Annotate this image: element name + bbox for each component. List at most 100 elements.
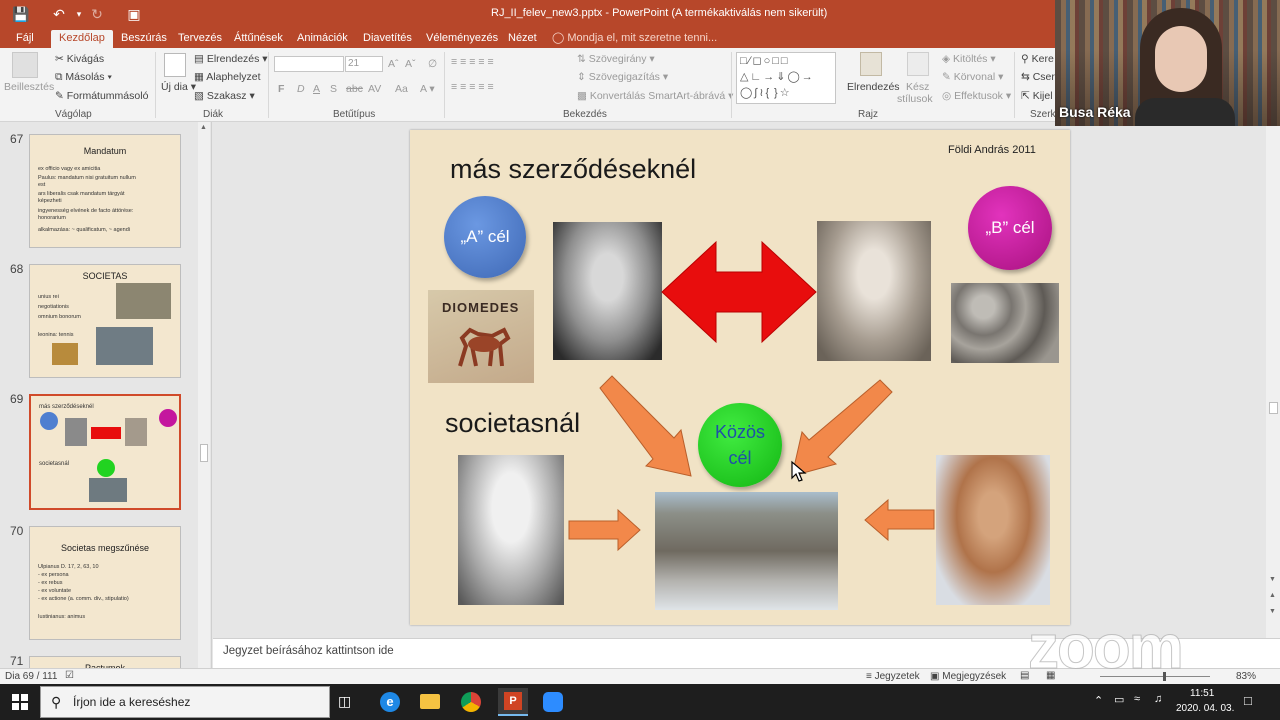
shape-outline-label: Körvonal (953, 71, 996, 83)
shape-outline-button[interactable]: ✎ Körvonal ▾ (942, 71, 1003, 83)
windows-start-icon[interactable] (12, 694, 28, 710)
tab-view[interactable]: Nézet (500, 30, 545, 48)
shadow-button[interactable]: S (330, 83, 337, 95)
save-icon[interactable]: 💾 (10, 4, 32, 24)
thumb-circle (97, 459, 115, 477)
font-size-select[interactable]: 21 (345, 56, 383, 72)
zoom-app-icon[interactable] (543, 692, 563, 712)
tab-transitions[interactable]: Áttűnések (226, 30, 291, 48)
font-family-select[interactable] (274, 56, 344, 72)
thumb-image (96, 327, 153, 365)
undo-icon[interactable]: ↶ (48, 4, 70, 24)
scroll-thumb[interactable] (200, 444, 208, 462)
quick-styles-label-1[interactable]: Kész (906, 81, 929, 93)
shape-fill-button[interactable]: ◈ Kitöltés ▾ (942, 53, 996, 65)
slide-thumbnail-68[interactable]: SOCIETAS unius rei negotiationis omnium … (29, 264, 181, 378)
bold-button[interactable]: F (278, 83, 284, 95)
change-case-button[interactable]: Aa (395, 83, 408, 95)
wifi-icon[interactable]: ≈ (1134, 693, 1140, 705)
chrome-icon[interactable] (461, 692, 481, 712)
tab-file[interactable]: Fájl (8, 30, 42, 48)
font-color-button[interactable]: A ▾ (420, 83, 435, 95)
smartart-button[interactable]: ▩ Konvertálás SmartArt-ábrává ▾ (577, 90, 733, 102)
notifications-icon[interactable]: □ (1244, 693, 1252, 708)
arrange-icon[interactable] (860, 52, 882, 76)
text-direction-button[interactable]: ⇅ Szövegirány ▾ (577, 53, 655, 65)
tab-insert[interactable]: Beszúrás (113, 30, 175, 48)
reset-button[interactable]: ▦ Alaphelyzet (194, 71, 261, 83)
align-icons[interactable]: ≡≡≡≡≡ (451, 81, 497, 93)
edge-browser-icon[interactable]: e (380, 692, 400, 712)
tab-home[interactable]: Kezdőlap (51, 30, 113, 48)
char-spacing-button[interactable]: AV (368, 83, 381, 95)
spell-check-icon[interactable]: ☑ (65, 670, 74, 681)
slideshow-from-start-icon[interactable]: ▣ (123, 4, 145, 24)
task-view-icon[interactable]: ◫ (338, 693, 351, 710)
taskbar-item-powerpoint-active[interactable]: P (498, 688, 528, 716)
tab-slideshow[interactable]: Diavetítés (355, 30, 420, 48)
select-button[interactable]: ⇱ Kijel (1021, 90, 1053, 102)
new-slide-button[interactable]: Új dia ▾ (161, 81, 196, 93)
slide-canvas[interactable]: Földi András 2011 más szerződéseknél soc… (410, 130, 1070, 625)
clear-format-icon[interactable]: ∅ (428, 58, 437, 70)
show-hidden-icons-icon[interactable]: ⌃ (1094, 694, 1103, 707)
tab-review[interactable]: Véleményezés (418, 30, 506, 48)
thumb-line: societasnál (39, 461, 70, 467)
quick-styles-label-2[interactable]: stílusok (897, 93, 933, 105)
thumb-line: omnium bonorum (38, 314, 81, 320)
pen-icon: ✎ (942, 71, 954, 83)
shrink-font-icon[interactable]: Aˇ (405, 58, 416, 70)
slide-number: 67 (10, 132, 24, 146)
format-painter-button[interactable]: ✎ Formátummásoló (55, 90, 148, 102)
find-button[interactable]: ⚲ Kere (1021, 53, 1054, 65)
layout-button[interactable]: ▤ Elrendezés ▾ (194, 53, 268, 65)
taskbar-search-box[interactable]: ⚲ Írjon ide a kereséshez (40, 686, 330, 718)
scroll-up-icon[interactable]: ▲ (200, 124, 207, 131)
redo-icon[interactable]: ↻ (86, 4, 108, 24)
comments-toggle-button[interactable]: ▣ Megjegyzések (930, 671, 1006, 682)
paste-icon[interactable] (12, 52, 38, 78)
participant-name: Busa Réka (1059, 104, 1131, 120)
italic-button[interactable]: D (297, 83, 305, 95)
clock-date[interactable]: 2020. 04. 03. (1176, 703, 1234, 714)
scroll-thumb[interactable] (1269, 402, 1278, 414)
slide-thumbnail-69[interactable]: más szerződéseknél societasnál (29, 394, 181, 510)
underline-button[interactable]: A (313, 83, 320, 95)
new-slide-icon[interactable] (164, 53, 186, 77)
paste-button[interactable]: Beillesztés (4, 81, 54, 93)
tell-me-input[interactable]: ◯ Mondja el, mit szeretne tenni... (552, 31, 717, 44)
next-slide-icon[interactable]: ▼ (1269, 608, 1276, 615)
shape-effects-button[interactable]: ◎ Effektusok ▾ (942, 90, 1011, 102)
slide-thumbnail-67[interactable]: Mandatum ex officio vagy ex amicitia Pau… (29, 134, 181, 248)
notes-toggle-label: Jegyzetek (874, 671, 920, 682)
zoom-video-tile[interactable]: Busa Réka (1055, 0, 1280, 126)
copy-button[interactable]: ⧉ Másolás ▾ (55, 71, 112, 84)
bullets-icon[interactable]: ≡≡≡≡≡ (451, 56, 497, 68)
quick-styles-icon[interactable] (907, 52, 929, 76)
arrange-label: Elrendezés (847, 81, 900, 93)
battery-icon[interactable]: ▭ (1114, 693, 1124, 706)
thumb-title: Mandatum (83, 146, 127, 156)
grow-font-icon[interactable]: Aˆ (388, 58, 399, 70)
scroll-down-icon[interactable]: ▼ (1269, 576, 1276, 583)
volume-icon[interactable]: ♫ (1154, 693, 1162, 705)
zoom-level[interactable]: 83% (1236, 671, 1256, 682)
search-placeholder: Írjon ide a kereséshez (73, 695, 191, 709)
slide-thumbnail-panel[interactable]: 67 Mandatum ex officio vagy ex amicitia … (0, 122, 212, 676)
prev-slide-icon[interactable]: ▲ (1269, 592, 1276, 599)
editor-scrollbar[interactable]: ▼ ▲ ▼ (1266, 122, 1280, 638)
strikethrough-button[interactable]: abc (346, 83, 363, 95)
section-button[interactable]: ▧ Szakasz ▾ (194, 90, 255, 102)
file-explorer-icon[interactable] (420, 694, 440, 709)
layout-label: Elrendezés (206, 53, 260, 65)
notes-toggle-button[interactable]: ≡ Jegyzetek (866, 671, 920, 682)
clock-time[interactable]: 11:51 (1190, 688, 1214, 699)
cut-button[interactable]: ✂ Kivágás (55, 53, 104, 65)
shapes-gallery[interactable]: □∕◻○□□ △∟→⇓◯→ ◯∫≀{ }☆ (736, 52, 836, 104)
arrange-button[interactable]: Elrendezés (847, 81, 900, 93)
thumbnail-scrollbar[interactable]: ▲ (198, 122, 210, 668)
tab-animations[interactable]: Animációk (289, 30, 356, 48)
tab-design[interactable]: Tervezés (170, 30, 230, 48)
align-text-button[interactable]: ⇕ Szövegigazítás ▾ (577, 71, 668, 83)
slide-thumbnail-70[interactable]: Societas megszűnése Ulpianus D. 17, 2, 6… (29, 526, 181, 640)
